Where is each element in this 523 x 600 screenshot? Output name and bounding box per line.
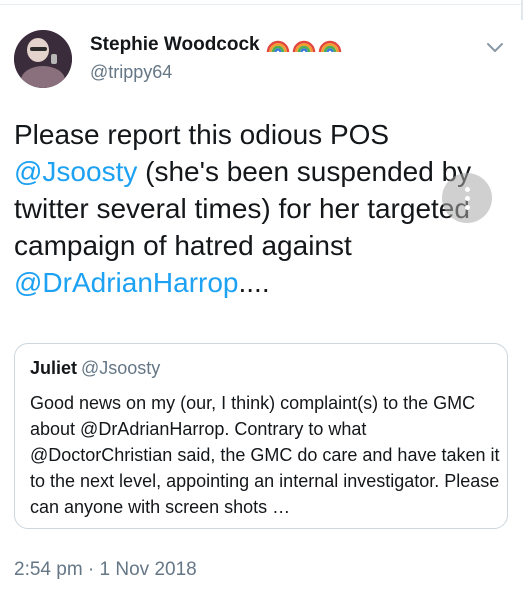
quoted-tweet-header: Juliet @Jsoosty <box>30 358 160 379</box>
quoted-author-name: Juliet <box>30 358 78 378</box>
dot-icon <box>464 186 470 192</box>
avatar[interactable] <box>14 30 72 88</box>
author-name-row: Stephie Woodcock <box>90 34 342 56</box>
author-handle[interactable]: @trippy64 <box>90 62 172 83</box>
more-options-overlay-button[interactable] <box>442 173 492 223</box>
author-display-name[interactable]: Stephie Woodcock <box>90 34 260 56</box>
tweet-text: Please report this odious POS @Jsoosty (… <box>14 116 514 301</box>
mention-link[interactable]: @DrAdrianHarrop <box>14 267 239 298</box>
tweet-timestamp[interactable]: 2:54 pm · 1 Nov 2018 <box>14 559 197 581</box>
rainbow-icon <box>266 37 290 53</box>
quoted-author-handle: @Jsoosty <box>81 358 161 378</box>
quoted-tweet-text: Good news on my (our, I think) complaint… <box>30 393 500 517</box>
dot-icon <box>464 195 470 201</box>
dot-icon <box>464 204 470 210</box>
rainbow-icon <box>318 37 342 53</box>
rainbow-emoji-group <box>266 37 342 53</box>
rainbow-icon <box>292 37 316 53</box>
mention-link[interactable]: @Jsoosty <box>14 156 137 187</box>
tweet-text-part: Please report this odious POS <box>14 119 390 150</box>
quoted-tweet-card[interactable]: Juliet @Jsoosty Good news on my (our, I t… <box>14 343 508 529</box>
tweet-text-part: .... <box>238 267 270 298</box>
top-divider <box>0 0 523 5</box>
chevron-down-icon[interactable] <box>484 36 506 58</box>
